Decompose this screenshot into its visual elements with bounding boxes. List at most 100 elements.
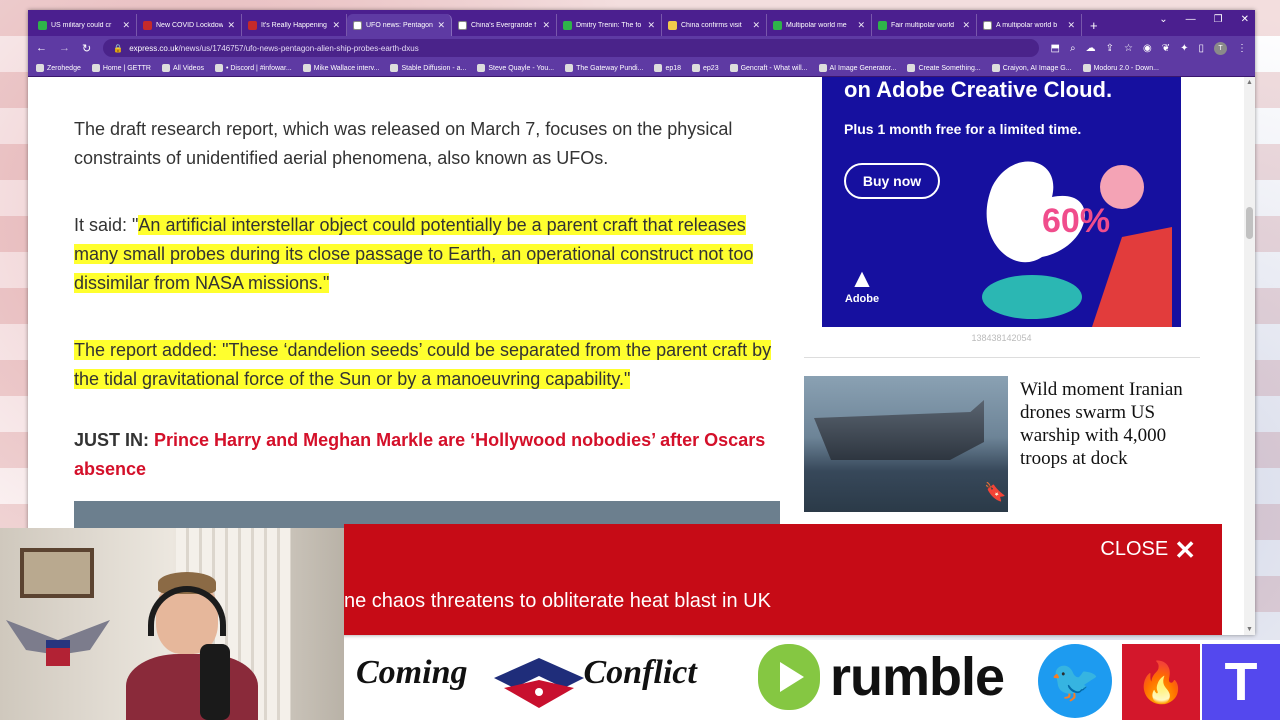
tab-close-icon[interactable]: ✕ [1067,20,1075,31]
leaf-icon[interactable]: ❦ [1162,43,1170,54]
bookmark-label: Steve Quayle - You... [488,64,555,72]
zoom-icon[interactable]: ⌕ [1070,43,1076,54]
story-title[interactable]: Wild moment Iranian drones swarm US wars… [1020,378,1200,470]
scroll-down-icon[interactable]: ▼ [1246,626,1253,633]
bookmark-item[interactable]: Gencraft - What will... [729,64,808,72]
forward-icon[interactable]: → [59,42,70,54]
divider [804,357,1200,358]
bookmark-item[interactable]: ep23 [692,64,719,72]
bookmark-label: Create Something... [918,64,981,72]
bookmark-label: Mike Wallace interv... [313,64,380,72]
profile-avatar[interactable]: T [1214,41,1227,55]
bookmark-label: ep23 [703,64,719,72]
star-icon[interactable]: ☆ [1124,43,1133,54]
tab-search-icon[interactable]: ⌄ [1159,14,1167,25]
address-bar[interactable]: 🔒 express.co.uk/news/us/1746757/ufo-news… [103,39,1039,57]
sidepanel-icon[interactable]: ▯ [1198,43,1204,54]
browser-tab[interactable]: Fair multipolar world ✕ [872,14,977,36]
warship-image [814,400,984,460]
ad-percent: 60% [1042,202,1110,240]
back-icon[interactable]: ← [36,42,47,54]
buy-now-button[interactable]: Buy now [844,163,940,199]
browser-tab[interactable]: It's Really Happening ✕ [242,14,347,36]
tab-close-icon[interactable]: ✕ [542,20,550,31]
browser-tab[interactable]: New COVID Lockdow ✕ [137,14,242,36]
reload-icon[interactable]: ↻ [82,42,91,55]
bookmark-item[interactable]: ep18 [654,64,681,72]
bookmark-favicon-icon [991,64,1000,72]
bookmark-favicon-icon [214,64,223,72]
bookmark-favicon-icon [565,64,574,72]
show-title-word: Conflict [583,654,697,691]
tab-close-icon[interactable]: ✕ [227,20,235,31]
bookmark-item[interactable]: AI Image Generator... [818,64,897,72]
scroll-thumb[interactable] [1246,207,1253,239]
tab-title: Multipolar world me [786,21,847,29]
tab-favicon-icon [983,20,992,30]
scroll-up-icon[interactable]: ▲ [1246,79,1253,86]
puzzle-icon[interactable]: ✦ [1180,43,1188,54]
bookmark-favicon-icon [36,64,44,72]
menu-icon[interactable]: ⋮ [1237,43,1247,54]
bookmark-item[interactable]: Mike Wallace interv... [302,64,380,72]
bookmark-item[interactable]: Home | GETTR [91,64,151,72]
adobe-brand-label: Adobe [844,293,880,305]
bookmark-item[interactable]: • Discord | #infowar... [214,64,292,72]
tab-favicon-icon [38,20,47,30]
browser-tab[interactable]: Dmitry Trenin: The fo ✕ [557,14,662,36]
bookmark-label: • Discord | #infowar... [225,64,292,72]
story-thumbnail[interactable]: 🔖 [804,376,1008,512]
tab-close-icon[interactable]: ✕ [647,20,655,31]
tab-close-icon[interactable]: ✕ [122,20,130,31]
bookmark-item[interactable]: Zerohedge [36,64,81,72]
bookmark-item[interactable]: Create Something... [907,64,981,72]
bookmark-item[interactable]: Craiyon, AI Image G... [991,64,1072,72]
tab-title: UFO news: Pentagon [366,21,433,29]
bookmark-favicon-icon [907,64,916,72]
tab-title: A multipolar world b [996,21,1058,29]
bookmark-label: AI Image Generator... [829,64,897,72]
tab-close-icon[interactable]: ✕ [857,20,865,31]
adobe-ad[interactable]: on Adobe Creative Cloud. Plus 1 month fr… [822,77,1181,327]
browser-tab[interactable]: US military could cr ✕ [32,14,137,36]
ad-illustration: 60% [982,161,1172,327]
minimize-button[interactable]: — [1186,14,1196,25]
just-in-link[interactable]: Prince Harry and Meghan Markle are ‘Holl… [74,430,765,479]
show-eagle-logo [494,658,584,708]
browser-tab[interactable]: China's Evergrande f ✕ [452,14,557,36]
extension-icon[interactable]: ☁ [1086,43,1096,54]
bookmark-item[interactable]: Modoru 2.0 - Down... [1082,64,1159,72]
new-tab-button[interactable]: + [1082,14,1106,36]
breaking-banner: CLOSE ✕ ne chaos threatens to obliterate… [344,524,1222,635]
sidebar-story[interactable]: 🔖 Wild moment Iranian drones swarm US wa… [804,376,1200,512]
bookmark-item[interactable]: Steve Quayle - You... [477,64,554,72]
browser-tab[interactable]: A multipolar world b ✕ [977,14,1082,36]
article-paragraph: It said: "An artificial interstellar obj… [74,211,784,298]
share-icon[interactable]: ⇪ [1106,43,1114,54]
scrollbar[interactable]: ▲ ▼ [1244,77,1255,635]
url-domain: express.co.uk [129,43,179,53]
maximize-button[interactable]: ❐ [1214,14,1223,25]
tab-close-icon[interactable]: ✕ [437,20,445,31]
bookmark-icon[interactable]: 🔖 [984,482,1006,504]
tab-title: US military could cr [51,21,112,29]
tab-close-icon[interactable]: ✕ [962,20,970,31]
just-in-label: JUST IN: [74,430,150,450]
tab-close-icon[interactable]: ✕ [332,20,340,31]
close-window-button[interactable]: ✕ [1241,14,1249,25]
bookmark-item[interactable]: Stable Diffusion - a... [390,64,466,72]
bookmark-item[interactable]: All Videos [161,64,204,72]
highlighted-quote: The report added: "These ‘dandelion seed… [74,340,772,389]
twitter-bird-icon: 🐦 [1038,644,1112,718]
install-icon[interactable]: ⬒ [1051,43,1060,54]
shield-icon[interactable]: ◉ [1143,43,1152,54]
tab-close-icon[interactable]: ✕ [752,20,760,31]
bookmarks-bar: Zerohedge Home | GETTR All Videos • Discord… [28,60,1255,77]
browser-tab[interactable]: UFO news: Pentagon ✕ [347,14,452,36]
news-ticker: ne chaos threatens to obliterate heat bl… [344,590,771,612]
browser-tab[interactable]: Multipolar world me ✕ [767,14,872,36]
tab-favicon-icon [353,20,362,30]
close-banner-button[interactable]: CLOSE ✕ [1100,537,1196,563]
bookmark-item[interactable]: The Gateway Pundi... [565,64,643,72]
browser-tab[interactable]: China confirms visit ✕ [662,14,767,36]
